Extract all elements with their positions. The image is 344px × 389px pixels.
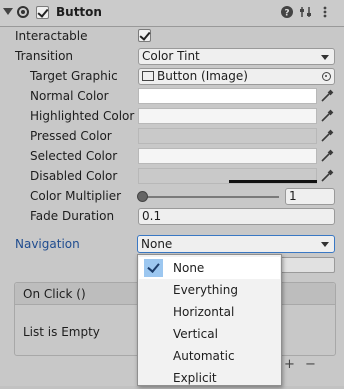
navigation-label: Navigation <box>15 237 80 251</box>
image-icon <box>142 71 154 81</box>
interactable-label: Interactable <box>15 29 88 43</box>
list-empty-text: List is Empty <box>23 325 100 339</box>
add-event-button[interactable]: + <box>284 357 295 372</box>
svg-text:?: ? <box>284 9 289 19</box>
menu-item-automatic[interactable]: Automatic <box>139 345 280 367</box>
transition-dropdown[interactable]: Color Tint <box>138 48 335 65</box>
object-picker-icon[interactable] <box>322 72 331 81</box>
target-graphic-label: Target Graphic <box>30 69 118 83</box>
target-graphic-field[interactable]: Button (Image) <box>138 68 335 85</box>
menu-item-label: Everything <box>173 283 238 297</box>
eyedropper-icon[interactable] <box>320 89 334 103</box>
color-multiplier-slider-track[interactable] <box>141 196 279 198</box>
more-options-icon[interactable] <box>318 5 332 19</box>
menu-item-label: None <box>173 261 205 275</box>
normal-color-label: Normal Color <box>30 89 109 103</box>
navigation-value: None <box>141 237 173 251</box>
alpha-bar <box>229 180 317 183</box>
eyedropper-icon[interactable] <box>320 109 334 123</box>
inspector-panel: Button ? Interactable Transition Color T… <box>0 0 344 386</box>
pressed-color-swatch[interactable] <box>138 128 317 144</box>
component-header[interactable]: Button ? <box>0 0 344 27</box>
menu-item-horizontal[interactable]: Horizontal <box>139 301 280 323</box>
color-multiplier-input[interactable]: 1 <box>285 188 335 205</box>
menu-item-vertical[interactable]: Vertical <box>139 323 280 345</box>
remove-event-button[interactable]: − <box>305 357 316 372</box>
color-multiplier-slider-handle[interactable] <box>137 191 148 202</box>
preset-icon[interactable] <box>299 5 313 19</box>
menu-item-none[interactable]: None <box>139 257 280 279</box>
eyedropper-icon[interactable] <box>320 129 334 143</box>
menu-item-everything[interactable]: Everything <box>139 279 280 301</box>
eyedropper-icon[interactable] <box>320 149 334 163</box>
disabled-color-label: Disabled Color <box>30 169 118 183</box>
fade-duration-label: Fade Duration <box>30 209 115 223</box>
highlighted-color-label: Highlighted Color <box>30 109 135 123</box>
menu-item-label: Vertical <box>173 327 218 341</box>
transition-label: Transition <box>15 49 74 63</box>
help-icon[interactable]: ? <box>280 5 294 19</box>
pressed-color-label: Pressed Color <box>30 129 112 143</box>
highlighted-color-swatch[interactable] <box>138 108 317 124</box>
button-component-icon <box>17 6 29 18</box>
disabled-color-swatch[interactable] <box>138 168 317 184</box>
interactable-checkbox[interactable] <box>138 29 151 42</box>
fade-duration-input[interactable]: 0.1 <box>138 208 335 225</box>
foldout-arrow-icon[interactable] <box>3 8 13 15</box>
component-title: Button <box>56 5 102 19</box>
menu-item-label: Automatic <box>173 349 235 363</box>
menu-item-label: Horizontal <box>173 305 235 319</box>
menu-item-explicit[interactable]: Explicit <box>139 367 280 385</box>
selected-color-swatch[interactable] <box>138 148 317 164</box>
color-multiplier-label: Color Multiplier <box>30 189 122 203</box>
navigation-dropdown[interactable]: None <box>137 235 335 253</box>
navigation-options-menu: None Everything Horizontal Vertical Auto… <box>137 254 282 386</box>
transition-value: Color Tint <box>142 49 200 63</box>
normal-color-swatch[interactable] <box>138 88 317 104</box>
component-enabled-checkbox[interactable] <box>36 6 49 19</box>
checkmark-icon <box>144 259 163 277</box>
selected-color-label: Selected Color <box>30 149 118 163</box>
on-click-title: On Click () <box>23 287 86 301</box>
eyedropper-icon[interactable] <box>320 169 334 183</box>
target-graphic-value: Button (Image) <box>157 69 248 83</box>
